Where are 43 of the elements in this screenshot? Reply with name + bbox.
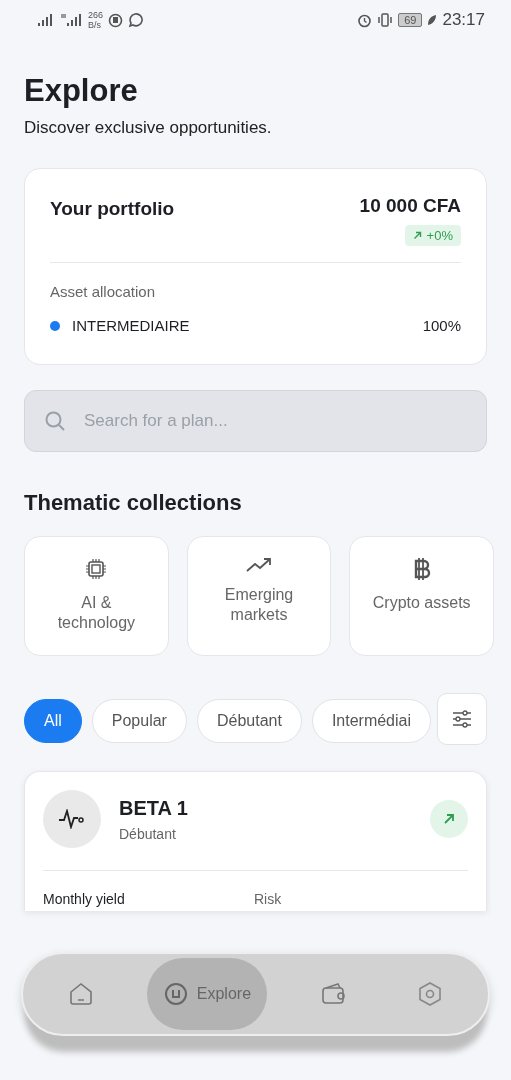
plan-card[interactable]: BETA 1 Débutant Monthly yield Risk xyxy=(24,771,487,911)
chip-icon xyxy=(84,557,109,581)
signal-icon xyxy=(61,14,83,26)
risk-label: Risk xyxy=(254,891,282,907)
page-title: Explore xyxy=(24,72,139,110)
settings-icon xyxy=(417,981,444,1007)
section-title: Thematic collections xyxy=(24,490,243,516)
vibrate-icon xyxy=(377,13,394,27)
allocation-share: 100% xyxy=(422,317,461,334)
filter-button[interactable] xyxy=(437,693,487,745)
battery-indicator: 69 xyxy=(398,13,423,27)
trend-up-icon xyxy=(246,557,272,573)
allocation-name: INTERMEDIAIRE xyxy=(72,317,191,334)
clock-time: 23:17 xyxy=(442,10,485,30)
chat-icon xyxy=(128,12,144,28)
change-badge: +0% xyxy=(404,225,461,246)
network-speed-unit: B/s xyxy=(88,20,102,30)
portfolio-value: 10 000 CFA xyxy=(359,195,461,217)
collection-card[interactable]: AI & technology xyxy=(24,536,169,656)
filter-chip[interactable]: Intermédiai xyxy=(311,699,432,743)
page-subtitle: Discover exclusive opportunities. xyxy=(24,118,273,138)
plan-level: Débutant xyxy=(119,825,177,842)
collection-card[interactable]: Emerging markets xyxy=(186,536,332,656)
monthly-yield-label: Monthly yield xyxy=(43,891,126,907)
filter-chip[interactable]: Popular xyxy=(91,699,187,743)
bitcoin-icon xyxy=(412,557,431,581)
network-speed: 266 xyxy=(88,10,104,20)
plan-name: BETA 1 xyxy=(119,796,189,820)
collection-label: Emerging markets xyxy=(223,585,295,625)
collection-label: Crypto assets xyxy=(371,593,472,613)
home-icon xyxy=(67,981,94,1007)
portfolio-title: Your portfolio xyxy=(50,198,175,221)
search-field[interactable]: Search for a plan... xyxy=(24,390,487,452)
search-icon xyxy=(44,410,66,432)
filter-chip[interactable]: All xyxy=(24,699,82,743)
collection-card[interactable]: Crypto assets xyxy=(349,536,494,656)
app-notification-icon xyxy=(108,12,124,28)
filter-chip[interactable]: Débutant xyxy=(196,699,302,743)
alarm-icon xyxy=(357,12,373,28)
collection-label: AI & technology xyxy=(56,593,137,633)
allocation-label: Asset allocation xyxy=(50,283,156,300)
sliders-icon xyxy=(452,710,472,728)
leaf-icon xyxy=(427,14,438,26)
